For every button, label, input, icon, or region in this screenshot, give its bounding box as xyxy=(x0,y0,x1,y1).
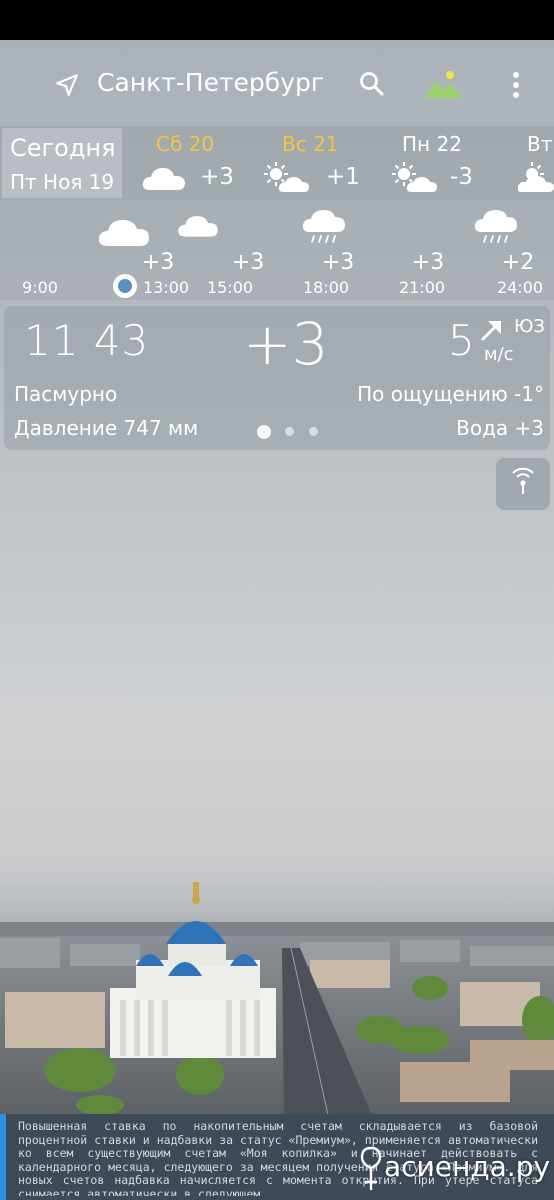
day-name[interactable]: Вс 21 xyxy=(282,132,339,156)
hourly-temp: +3 xyxy=(411,250,445,275)
hourly-time: 9:00 xyxy=(22,278,58,297)
today-date: Пт Ноя 19 xyxy=(10,170,115,194)
wind-direction: ЮЗ xyxy=(514,316,545,337)
sun-cloud-icon xyxy=(264,162,309,192)
background-image-icon[interactable] xyxy=(422,70,464,100)
wind-unit: м/с xyxy=(484,344,514,365)
hourly-temp: +2 xyxy=(501,250,535,275)
sun-cloud-icon xyxy=(518,162,554,192)
day-name[interactable]: Вт xyxy=(527,132,552,156)
cloud-icon xyxy=(98,220,149,246)
watermark-logo-icon xyxy=(360,1146,382,1190)
cloud-icon xyxy=(178,216,218,237)
rain-cloud-icon xyxy=(302,210,345,243)
page-indicator-dot xyxy=(285,427,294,436)
day-name[interactable]: Сб 20 xyxy=(156,132,214,156)
day-temp: +1 xyxy=(326,164,360,190)
current-time: 11 43 xyxy=(24,316,150,365)
page-indicator-dot xyxy=(309,427,318,436)
current-time-marker xyxy=(113,274,137,298)
day-temp: +3 xyxy=(200,164,234,190)
rain-cloud-icon xyxy=(474,210,517,243)
hourly-time: 24:00 xyxy=(496,278,544,297)
water-temperature: Вода +3 xyxy=(456,416,544,440)
feels-like: По ощущению -1° xyxy=(357,382,544,406)
day-temp: -3 xyxy=(450,164,473,190)
current-temperature: +3 xyxy=(243,310,329,378)
pressure: Давление 747 мм xyxy=(14,416,199,440)
hourly-temp: +3 xyxy=(141,250,175,275)
hourly-time: 13:00 xyxy=(142,278,190,297)
sun-cloud-icon xyxy=(392,162,437,192)
today-label: Сегодня xyxy=(10,134,116,162)
hourly-time: 21:00 xyxy=(398,278,446,297)
hourly-temp: +3 xyxy=(231,250,265,275)
ad-accent-bar xyxy=(0,1114,6,1200)
watermark-text: асиенда.ру xyxy=(384,1150,551,1183)
wind-speed: 5 xyxy=(448,316,475,365)
radar-button[interactable] xyxy=(496,458,550,510)
page-indicator-dot xyxy=(257,425,271,439)
hourly-time: 15:00 xyxy=(206,278,254,297)
cloud-icon xyxy=(142,168,185,190)
condition-text: Пасмурно xyxy=(14,382,118,406)
city-panorama-image xyxy=(0,882,554,1115)
wind-direction-arrow-icon xyxy=(481,321,501,341)
hourly-time: 18:00 xyxy=(302,278,350,297)
city-name[interactable]: Санкт-Петербург xyxy=(97,68,324,97)
more-options-icon[interactable] xyxy=(504,70,528,100)
status-bar xyxy=(0,0,554,40)
broadcast-icon xyxy=(512,467,534,494)
day-name[interactable]: Пн 22 xyxy=(402,132,462,156)
search-icon[interactable] xyxy=(358,70,386,98)
hourly-temp: +3 xyxy=(321,250,355,275)
location-arrow-icon[interactable] xyxy=(54,72,80,98)
